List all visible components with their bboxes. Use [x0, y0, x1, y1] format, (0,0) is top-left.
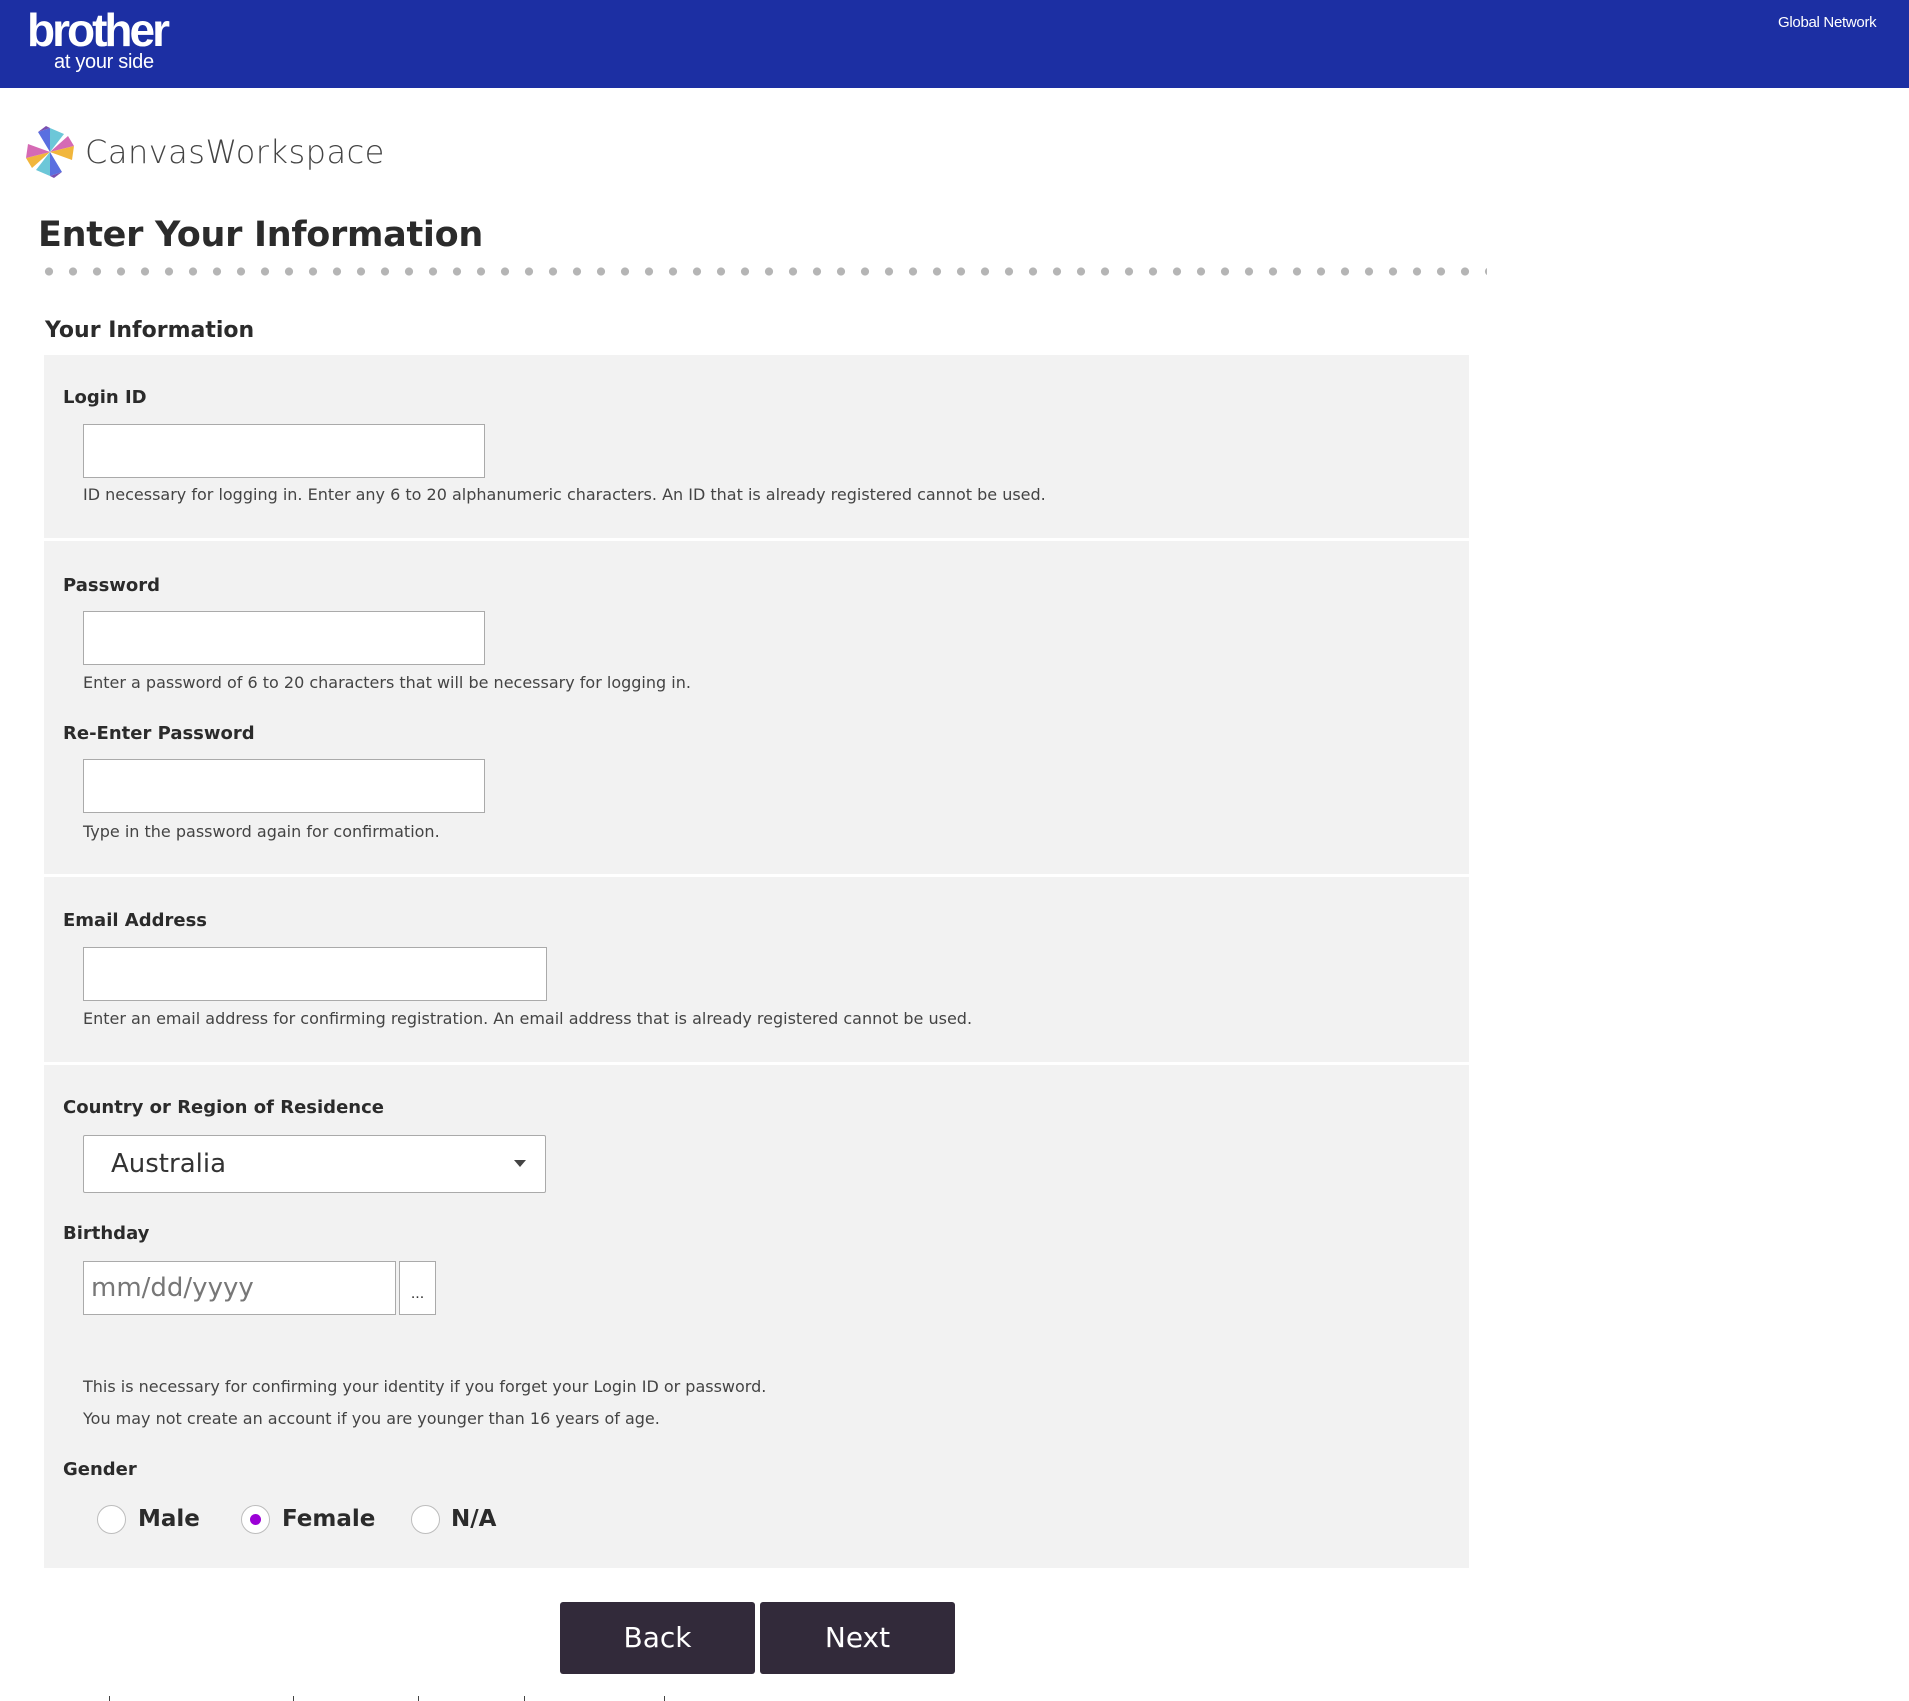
gender-male-radio[interactable]: [97, 1505, 126, 1534]
footer-separator: [293, 1696, 294, 1701]
password-input[interactable]: [83, 611, 485, 665]
country-label: Country or Region of Residence: [63, 1097, 384, 1118]
reenter-password-help: Type in the password again for confirmat…: [83, 822, 440, 841]
gender-label: Gender: [63, 1459, 137, 1480]
birthday-input[interactable]: [83, 1261, 396, 1315]
birthday-help-line-2: You may not create an account if you are…: [83, 1409, 660, 1428]
country-selected-value: Australia: [111, 1149, 227, 1179]
date-picker-button[interactable]: ...: [399, 1261, 436, 1315]
global-network-link[interactable]: Global Network: [1778, 14, 1877, 32]
next-button[interactable]: Next: [760, 1602, 955, 1674]
back-button[interactable]: Back: [560, 1602, 755, 1674]
footer-separator: [664, 1696, 665, 1701]
footer-separator: [109, 1696, 110, 1701]
brand-tagline: at your side: [54, 51, 154, 73]
password-help: Enter a password of 6 to 20 characters t…: [83, 673, 691, 692]
gender-male-label[interactable]: Male: [138, 1503, 200, 1535]
email-input[interactable]: [83, 947, 547, 1001]
reenter-password-label: Re-Enter Password: [63, 723, 255, 744]
dotted-divider: [37, 267, 1487, 276]
page-title: Enter Your Information: [38, 215, 483, 255]
brother-logo[interactable]: brother: [27, 6, 170, 54]
login-id-help: ID necessary for logging in. Enter any 6…: [83, 485, 1046, 504]
site-header: [0, 0, 1909, 88]
gender-na-label[interactable]: N/A: [451, 1503, 496, 1535]
email-label: Email Address: [63, 910, 208, 931]
footer-separator: [418, 1696, 419, 1701]
birthday-help-line-1: This is necessary for confirming your id…: [83, 1377, 767, 1396]
chevron-down-icon: [514, 1160, 526, 1167]
gender-female-label[interactable]: Female: [282, 1503, 375, 1535]
footer-separator: [524, 1696, 525, 1701]
reenter-password-input[interactable]: [83, 759, 485, 813]
password-label: Password: [63, 575, 161, 596]
country-select[interactable]: Australia: [83, 1135, 546, 1193]
email-help: Enter an email address for confirming re…: [83, 1009, 973, 1028]
login-id-label: Login ID: [63, 387, 147, 408]
gender-female-radio[interactable]: [241, 1505, 270, 1534]
app-name: CanvasWorkspace: [85, 133, 385, 171]
section-title: Your Information: [45, 318, 255, 343]
login-id-input[interactable]: [83, 424, 485, 478]
canvas-workspace-star-icon: [26, 126, 74, 178]
birthday-label: Birthday: [63, 1223, 150, 1244]
gender-na-radio[interactable]: [411, 1505, 440, 1534]
